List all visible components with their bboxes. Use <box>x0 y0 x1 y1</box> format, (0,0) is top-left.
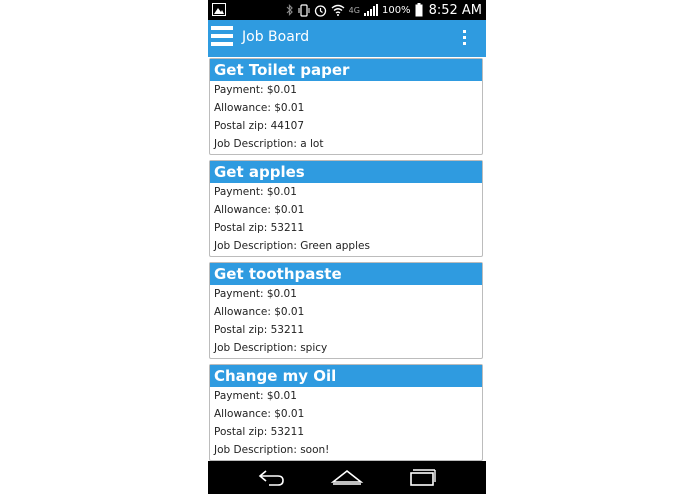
battery-icon <box>415 3 423 17</box>
signal-icon <box>363 4 378 16</box>
job-description: Job Description: Green apples <box>214 240 370 252</box>
status-clock: 8:52 AM <box>428 2 482 18</box>
job-postal-zip: Postal zip: 53211 <box>214 324 305 336</box>
job-description: Job Description: soon! <box>214 444 330 456</box>
job-allowance: Allowance: $0.01 <box>214 306 305 318</box>
more-vert-icon[interactable] <box>463 30 467 46</box>
job-postal-zip: Postal zip: 53211 <box>214 222 305 234</box>
bluetooth-icon <box>286 4 294 16</box>
app-bar: Job Board <box>208 20 486 57</box>
job-title: Get toothpaste <box>210 263 482 285</box>
job-title: Get Toilet paper <box>210 59 482 81</box>
job-postal-zip: Postal zip: 44107 <box>214 120 305 132</box>
hamburger-menu-icon[interactable] <box>211 26 233 48</box>
vibrate-icon <box>298 3 310 17</box>
phone-screen: 4G 100% 8:52 AM Job Board Get Toilet pap… <box>208 0 486 494</box>
network-type-label: 4G <box>348 5 360 15</box>
job-title: Change my Oil <box>210 365 482 387</box>
back-icon[interactable] <box>252 465 292 489</box>
job-allowance: Allowance: $0.01 <box>214 204 305 216</box>
alarm-icon <box>314 4 327 17</box>
job-description: Job Description: spicy <box>214 342 328 354</box>
job-payment: Payment: $0.01 <box>214 288 297 300</box>
recents-icon[interactable] <box>402 465 442 489</box>
job-card[interactable]: Get Toilet paper Payment: $0.01 Allowanc… <box>209 58 483 155</box>
job-title: Get apples <box>210 161 482 183</box>
job-card[interactable]: Get apples Payment: $0.01 Allowance: $0.… <box>209 160 483 257</box>
job-payment: Payment: $0.01 <box>214 84 297 96</box>
navigation-bar <box>208 461 486 494</box>
app-title: Job Board <box>242 29 310 45</box>
home-icon[interactable] <box>327 465 367 489</box>
job-card[interactable]: Get toothpaste Payment: $0.01 Allowance:… <box>209 262 483 359</box>
gallery-notification-icon <box>212 3 226 16</box>
status-bar: 4G 100% 8:52 AM <box>208 0 486 20</box>
job-payment: Payment: $0.01 <box>214 186 297 198</box>
job-allowance: Allowance: $0.01 <box>214 408 305 420</box>
job-payment: Payment: $0.01 <box>214 390 297 402</box>
status-icons: 4G 100% 8:52 AM <box>286 0 482 20</box>
battery-percent: 100% <box>381 4 411 16</box>
wifi-icon <box>331 4 345 16</box>
job-description: Job Description: a lot <box>214 138 324 150</box>
job-allowance: Allowance: $0.01 <box>214 102 305 114</box>
job-card[interactable]: Change my Oil Payment: $0.01 Allowance: … <box>209 364 483 461</box>
job-postal-zip: Postal zip: 53211 <box>214 426 305 438</box>
